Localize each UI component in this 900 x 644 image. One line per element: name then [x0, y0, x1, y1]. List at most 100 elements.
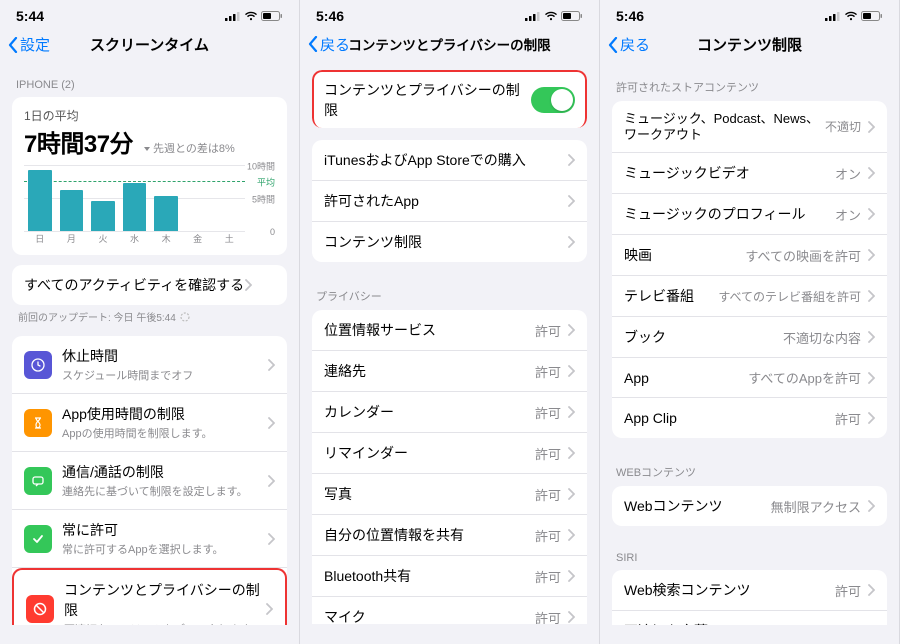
row-photos[interactable]: 写真許可: [312, 474, 587, 515]
row-communication[interactable]: 通信/通話の制限連絡先に基づいて制限を設定します。: [12, 452, 287, 510]
chevron-right-icon: [567, 570, 575, 582]
chevron-right-icon: [867, 167, 875, 179]
row-siri-language[interactable]: 不適切な言葉許可: [612, 611, 887, 625]
phone-content-restrictions: 5:46 戻る コンテンツ制限 許可されたストアコンテンツ ミュージック、Pod…: [600, 0, 900, 644]
chevron-right-icon: [867, 412, 875, 424]
row-calendar[interactable]: カレンダー許可: [312, 392, 587, 433]
restrictions-toggle[interactable]: [531, 87, 575, 113]
row-appclip[interactable]: App Clip許可: [612, 398, 887, 438]
row-location[interactable]: 位置情報サービス許可: [312, 310, 587, 351]
chat-icon: [24, 467, 52, 495]
chevron-right-icon: [867, 249, 875, 261]
back-button[interactable]: 戻る: [608, 34, 650, 55]
chevron-right-icon: [867, 121, 875, 133]
bar-sun: [28, 170, 52, 231]
battery-icon: [861, 11, 883, 21]
row-content-privacy[interactable]: コンテンツとプライバシーの制限不適切なコンテンツをブロックします。: [12, 568, 287, 625]
back-label: 戻る: [320, 34, 350, 55]
status-bar: 5:46: [600, 0, 899, 26]
row-always-allowed[interactable]: 常に許可常に許可するAppを選択します。: [12, 510, 287, 568]
row-music-profile[interactable]: ミュージックのプロフィールオン: [612, 194, 887, 235]
chevron-right-icon: [567, 488, 575, 500]
row-books[interactable]: ブック不適切な内容: [612, 317, 887, 358]
see-all-activity[interactable]: すべてのアクティビティを確認する: [12, 265, 287, 305]
chevron-right-icon: [567, 365, 575, 377]
chevron-right-icon: [867, 372, 875, 384]
web-group: Webコンテンツ無制限アクセス: [612, 486, 887, 526]
status-time: 5:46: [616, 8, 644, 24]
nav-bar: 設定 スクリーンタイム: [0, 26, 299, 65]
page-title: スクリーンタイム: [90, 34, 209, 55]
section-header-web: WEBコンテンツ: [600, 450, 899, 486]
avg-delta: 先週との差は8%: [143, 140, 235, 156]
row-contacts[interactable]: 連絡先許可: [312, 351, 587, 392]
chevron-right-icon: [267, 417, 275, 429]
bar-thu: [154, 196, 178, 231]
phone-privacy-restrictions: 5:46 戻る コンテンツとプライバシーの制限 コンテンツとプライバシーの制限 …: [300, 0, 600, 644]
chevron-right-icon: [567, 236, 575, 248]
day-labels: 日月火水木金土: [24, 232, 245, 245]
chevron-right-icon: [567, 154, 575, 166]
row-allowed-apps[interactable]: 許可されたApp: [312, 181, 587, 222]
avg-label: 1日の平均: [24, 107, 275, 124]
chevron-right-icon: [867, 331, 875, 343]
row-share-location[interactable]: 自分の位置情報を共有許可: [312, 515, 587, 556]
privacy-group: 位置情報サービス許可 連絡先許可 カレンダー許可 リマインダー許可 写真許可 自…: [312, 310, 587, 624]
row-bluetooth[interactable]: Bluetooth共有許可: [312, 556, 587, 597]
battery-icon: [561, 11, 583, 21]
status-bar: 5:46: [300, 0, 599, 26]
chevron-right-icon: [267, 533, 275, 545]
row-web-content[interactable]: Webコンテンツ無制限アクセス: [612, 486, 887, 526]
wifi-icon: [244, 11, 258, 21]
settings-list: 休止時間スケジュール時間までオフ App使用時間の制限Appの使用時間を制限しま…: [12, 336, 287, 625]
chevron-right-icon: [567, 447, 575, 459]
chevron-left-icon: [608, 37, 618, 53]
row-movies[interactable]: 映画すべての映画を許可: [612, 235, 887, 276]
chevron-right-icon: [567, 611, 575, 623]
status-time: 5:44: [16, 8, 44, 24]
section-header-privacy: プライバシー: [300, 274, 599, 310]
back-label: 戻る: [620, 34, 650, 55]
loading-icon: [180, 312, 190, 322]
chevron-right-icon: [567, 529, 575, 541]
row-content-restrictions[interactable]: コンテンツ制限: [312, 222, 587, 262]
row-tv[interactable]: テレビ番組すべてのテレビ番組を許可: [612, 276, 887, 317]
row-music-video[interactable]: ミュージックビデオオン: [612, 153, 887, 194]
back-button[interactable]: 設定: [8, 34, 50, 55]
row-itunes[interactable]: iTunesおよびApp Storeでの購入: [312, 140, 587, 181]
toggle-card: コンテンツとプライバシーの制限: [312, 70, 587, 128]
phone-screentime: 5:44 設定 スクリーンタイム IPHONE (2) 1日の平均 7時間37分…: [0, 0, 300, 644]
wifi-icon: [544, 11, 558, 21]
hourglass-icon: [24, 409, 52, 437]
row-reminders[interactable]: リマインダー許可: [312, 433, 587, 474]
nav-bar: 戻る コンテンツ制限: [600, 26, 899, 65]
battery-icon: [261, 11, 283, 21]
chevron-left-icon: [8, 37, 18, 53]
section-header-siri: SIRI: [600, 538, 899, 570]
chevron-right-icon: [567, 324, 575, 336]
page-title: コンテンツ制限: [697, 34, 802, 55]
section-header-device: IPHONE (2): [0, 65, 299, 97]
daily-average-card[interactable]: 1日の平均 7時間37分 先週との差は8% 10時間 平均 5時間 0: [12, 97, 287, 255]
row-apps[interactable]: AppすべてのAppを許可: [612, 358, 887, 398]
store-group: iTunesおよびApp Storeでの購入 許可されたApp コンテンツ制限: [312, 140, 587, 262]
row-microphone[interactable]: マイク許可: [312, 597, 587, 624]
last-updated: 前回のアップデート: 今日 午後5:44: [0, 305, 299, 336]
bar-wed: [123, 183, 147, 231]
check-icon: [24, 525, 52, 553]
row-app-limit[interactable]: App使用時間の制限Appの使用時間を制限します。: [12, 394, 287, 452]
row-restrictions-toggle[interactable]: コンテンツとプライバシーの制限: [312, 70, 587, 128]
chevron-right-icon: [567, 195, 575, 207]
avg-time: 7時間37分: [24, 124, 133, 159]
signal-icon: [825, 11, 841, 21]
row-siri-search[interactable]: Web検索コンテンツ許可: [612, 570, 887, 611]
bar-mon: [60, 190, 84, 231]
back-button[interactable]: 戻る: [308, 34, 350, 55]
status-indicators: [525, 11, 583, 21]
chevron-right-icon: [867, 208, 875, 220]
chevron-right-icon: [567, 406, 575, 418]
row-downtime[interactable]: 休止時間スケジュール時間までオフ: [12, 336, 287, 394]
chevron-right-icon: [265, 603, 273, 615]
row-music[interactable]: ミュージック、Podcast、News、ワークアウト不適切: [612, 101, 887, 153]
signal-icon: [225, 11, 241, 21]
